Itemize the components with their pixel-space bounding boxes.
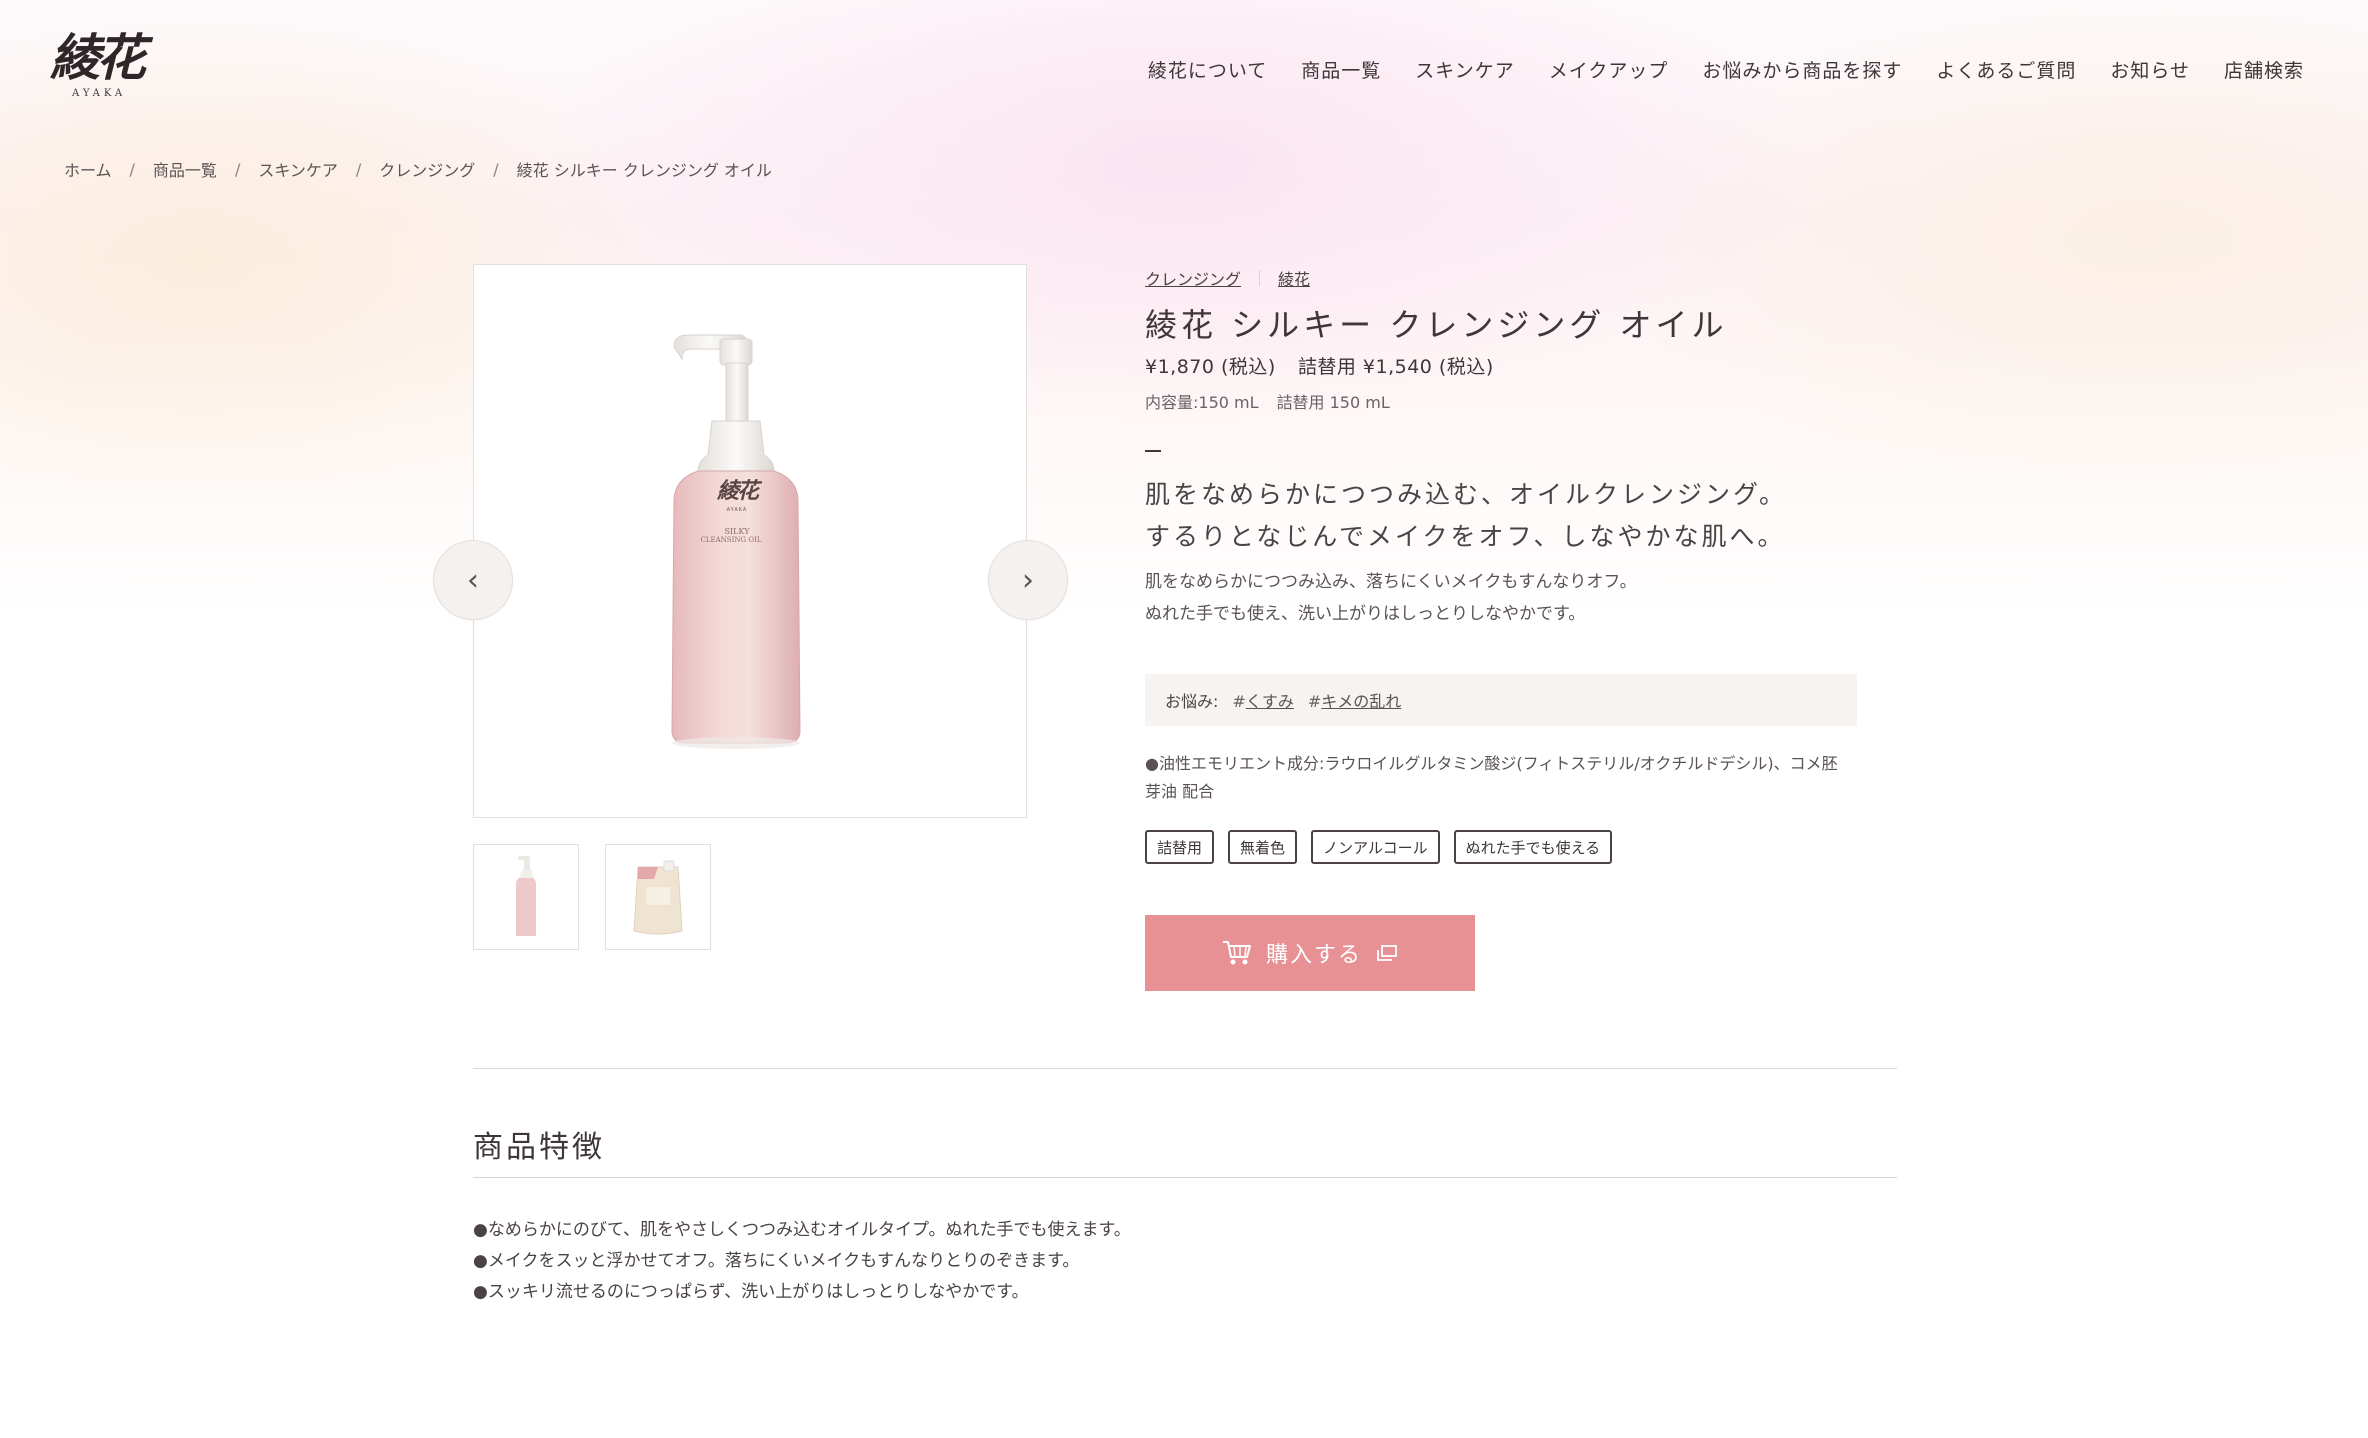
buy-button[interactable]: 購入する [1145, 915, 1475, 991]
badge-wet-hands-ok: ぬれた手でも使える [1453, 830, 1613, 864]
description-line-2: ぬれた手でも使え、洗い上がりはしっとりしなやかです。 [1145, 604, 1586, 624]
logo-text: 綾花 [50, 28, 146, 87]
product-title: 綾花 シルキー クレンジング オイル [1145, 306, 1728, 344]
nav-skincare[interactable]: スキンケア [1415, 56, 1514, 83]
bottle-label-line-1: SILKY [724, 527, 750, 536]
gallery-next-button[interactable]: › [988, 540, 1068, 620]
nav-news[interactable]: お知らせ [2110, 56, 2190, 83]
feature-item: ●なめらかにのびて、肌をやさしくつつみ込むオイルタイプ。ぬれた手でも使えます。 [473, 1220, 1131, 1240]
breadcrumb: ホーム / 商品一覧 / スキンケア / クレンジング / 綾花 シルキー クレ… [64, 157, 772, 181]
features-section-title: 商品特徴 [473, 1130, 605, 1165]
logo-subtext: AYAKA [72, 88, 127, 99]
chevron-right-icon: › [1022, 562, 1034, 598]
price-refill: 詰替用 ¥1,540 (税込) [1297, 356, 1494, 378]
badge-no-coloring: 無着色 [1228, 830, 1298, 864]
feature-item: ●メイクをスッと浮かせてオフ。落ちにくいメイクもすんなりとりのぞきます。 [473, 1251, 1080, 1271]
product-page: 綾花 AYAKA 綾花について 商品一覧 スキンケア メイクアップ お悩みから商… [0, 0, 2368, 1438]
concern-tags-box: お悩み: #くすみ #キメの乱れ [1145, 674, 1857, 726]
hash-symbol: # [1232, 692, 1246, 711]
bottle-brand-text: AYAKA [726, 507, 748, 513]
description-line-1: 肌をなめらかにつつみ込み、落ちにくいメイクもすんなりオフ。 [1145, 572, 1637, 592]
breadcrumb-products[interactable]: 商品一覧 [153, 157, 217, 181]
volume-refill: 詰替用 150 mL [1276, 393, 1390, 412]
thumbnail-bottle[interactable] [473, 844, 579, 950]
section-divider [473, 1068, 1897, 1069]
thumbnail-refill[interactable] [605, 844, 711, 950]
brand-logo[interactable]: 綾花 AYAKA [50, 30, 150, 110]
key-ingredients: ●油性エモリエント成分:ラウロイルグルタミン酸ジ(フィトステリル/オクチルドデシ… [1145, 754, 1838, 801]
feature-badges: 詰替用 無着色 ノンアルコール ぬれた手でも使える [1145, 830, 1613, 864]
badge-alcohol-free: ノンアルコール [1311, 830, 1440, 864]
breadcrumb-separator: / [355, 159, 362, 179]
features-list: ●なめらかにのびて、肌をやさしくつつみ込むオイルタイプ。ぬれた手でも使えます。 … [473, 1215, 1131, 1308]
refill-pouch-icon [633, 860, 683, 935]
breadcrumb-skincare[interactable]: スキンケア [258, 157, 338, 181]
divider-dash [1145, 450, 1161, 452]
concern-tag: #キメの乱れ [1308, 688, 1401, 712]
product-volume: 内容量:150 mL 詰替用 150 mL [1145, 389, 1390, 413]
chevron-left-icon: ‹ [467, 562, 479, 598]
product-price: ¥1,870 (税込) 詰替用 ¥1,540 (税込) [1145, 352, 1494, 379]
product-description: 肌をなめらかにつつみ込み、落ちにくいメイクもすんなりオフ。 ぬれた手でも使え、洗… [1145, 566, 1637, 630]
global-nav: 綾花について 商品一覧 スキンケア メイクアップ お悩みから商品を探す よくある… [1148, 56, 2304, 83]
nav-faq[interactable]: よくあるご質問 [1936, 56, 2076, 83]
breadcrumb-current: 綾花 シルキー クレンジング オイル [516, 161, 772, 180]
breadcrumb-home[interactable]: ホーム [64, 157, 112, 181]
bottle-thumbnail-icon [516, 856, 536, 936]
concern-tag: #くすみ [1232, 688, 1293, 712]
category-divider [1259, 270, 1261, 286]
section-title-underline [473, 1177, 1897, 1178]
category-link-brand[interactable]: 綾花 [1278, 266, 1310, 290]
volume-regular: 内容量:150 mL [1145, 393, 1259, 412]
catchcopy-line-1: 肌をなめらかにつつみ込む、オイルクレンジング。 [1145, 480, 1788, 509]
breadcrumb-cleansing[interactable]: クレンジング [379, 157, 475, 181]
nav-about[interactable]: 綾花について [1148, 56, 1267, 83]
breadcrumb-separator: / [129, 159, 135, 179]
bottle-logo-text: 綾花 [716, 478, 759, 504]
badge-refill: 詰替用 [1145, 830, 1215, 864]
concern-link-dullness[interactable]: くすみ [1246, 692, 1294, 711]
concern-link-texture[interactable]: キメの乱れ [1321, 692, 1401, 711]
catchcopy-line-2: するりとなじんでメイクをオフ、しなやかな肌へ。 [1145, 522, 1786, 551]
gallery-prev-button[interactable]: ‹ [433, 540, 513, 620]
buy-button-label: 購入する [1265, 943, 1362, 968]
breadcrumb-separator: / [493, 159, 499, 179]
concern-label: お悩み: [1165, 692, 1219, 711]
breadcrumb-separator: / [234, 159, 241, 179]
cart-icon [1222, 941, 1251, 965]
product-main-image: 綾花 AYAKA SILKY CLEANSING OIL [473, 264, 1027, 818]
nav-search-by-concern[interactable]: お悩みから商品を探す [1702, 56, 1902, 83]
feature-item: ●スッキリ流せるのにつっぱらず、洗い上がりはしっとりしなやかです。 [473, 1282, 1029, 1302]
price-regular: ¥1,870 (税込) [1145, 356, 1276, 378]
hash-symbol: # [1307, 692, 1322, 711]
external-window-icon [1377, 945, 1397, 961]
product-categories: クレンジング 綾花 [1145, 266, 1310, 290]
bottle-label-line-2: CLEANSING OIL [700, 536, 762, 544]
nav-store-search[interactable]: 店舗検索 [2224, 56, 2304, 83]
category-link-cleansing[interactable]: クレンジング [1145, 266, 1241, 290]
nav-products[interactable]: 商品一覧 [1301, 56, 1381, 83]
nav-makeup[interactable]: メイクアップ [1549, 56, 1669, 83]
product-catchcopy: 肌をなめらかにつつみ込む、オイルクレンジング。 するりとなじんでメイクをオフ、し… [1145, 474, 1787, 558]
